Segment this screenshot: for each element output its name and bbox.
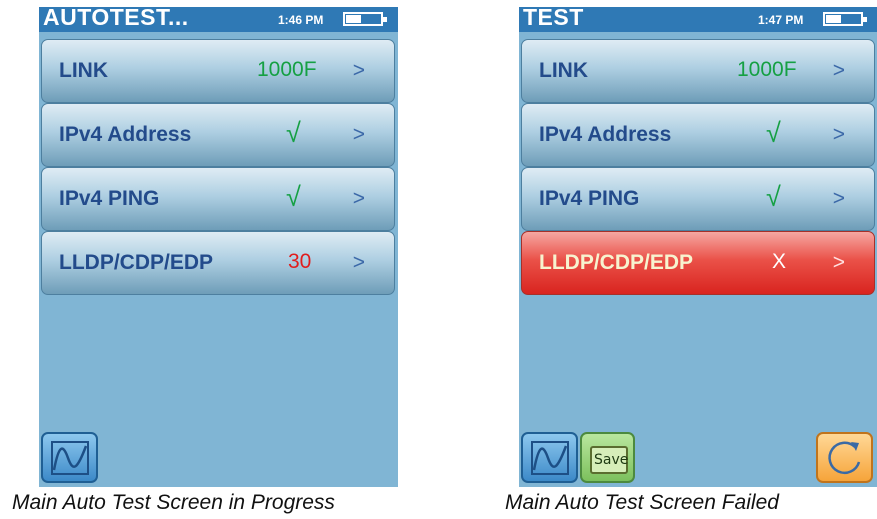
- figure-caption: Main Auto Test Screen Failed: [505, 491, 779, 514]
- test-list: LINK 1000F > IPv4 Address √ > IPv4 PING …: [521, 39, 875, 295]
- test-label: IPv4 PING: [59, 187, 160, 210]
- autotest-progress-screen: AUTOTEST... 1:46 PM LINK 1000F > IPv4 Ad…: [39, 7, 398, 487]
- test-label: IPv4 Address: [539, 123, 672, 146]
- screen-title: AUTOTEST...: [43, 7, 189, 30]
- rerun-button[interactable]: [816, 432, 873, 483]
- test-row-ipv4-address[interactable]: IPv4 Address √ >: [41, 103, 395, 167]
- test-result: 1000F: [257, 58, 317, 81]
- test-row-lldp-cdp-edp[interactable]: LLDP/CDP/EDP 30 >: [41, 231, 395, 295]
- checkmark-icon: √: [766, 118, 781, 148]
- refresh-icon: [828, 441, 861, 475]
- test-label: LINK: [59, 59, 108, 82]
- save-label: Save: [594, 452, 629, 468]
- battery-icon: [343, 12, 387, 26]
- chevron-right-icon: >: [352, 251, 365, 274]
- status-bar: TEST 1:47 PM: [519, 7, 877, 32]
- figure-caption: Main Auto Test Screen in Progress: [12, 491, 335, 514]
- test-label: LLDP/CDP/EDP: [59, 251, 214, 274]
- clock: 1:46 PM: [278, 13, 324, 27]
- test-row-ipv4-ping[interactable]: IPv4 PING √ >: [521, 167, 875, 231]
- test-row-link[interactable]: LINK 1000F >: [41, 39, 395, 103]
- chevron-right-icon: >: [352, 59, 365, 82]
- screen-title: TEST: [523, 7, 584, 30]
- save-button[interactable]: Save: [580, 432, 635, 483]
- chevron-right-icon: >: [832, 187, 845, 210]
- test-row-ipv4-ping[interactable]: IPv4 PING √ >: [41, 167, 395, 231]
- chevron-right-icon: >: [352, 187, 365, 210]
- test-list: LINK 1000F > IPv4 Address √ > IPv4 PING …: [41, 39, 395, 295]
- countdown-value: 30: [288, 250, 312, 273]
- test-label: LINK: [539, 59, 588, 82]
- test-row-link[interactable]: LINK 1000F >: [521, 39, 875, 103]
- battery-icon: [823, 12, 867, 26]
- fail-icon: X: [772, 250, 787, 273]
- test-result: 1000F: [737, 58, 797, 81]
- chevron-right-icon: >: [832, 123, 845, 146]
- test-row-ipv4-address[interactable]: IPv4 Address √ >: [521, 103, 875, 167]
- test-label: IPv4 Address: [59, 123, 192, 146]
- checkmark-icon: √: [286, 118, 301, 148]
- test-label: LLDP/CDP/EDP: [539, 251, 694, 274]
- chevron-right-icon: >: [832, 59, 845, 82]
- autotest-failed-screen: TEST 1:47 PM LINK 1000F > IPv4 Address √…: [519, 7, 877, 487]
- checkmark-icon: √: [286, 182, 301, 212]
- test-label: IPv4 PING: [539, 187, 640, 210]
- chevron-right-icon: >: [352, 123, 365, 146]
- graph-icon: [51, 441, 89, 475]
- clock: 1:47 PM: [758, 13, 804, 27]
- status-bar: AUTOTEST... 1:46 PM: [39, 7, 398, 32]
- checkmark-icon: √: [766, 182, 781, 212]
- chevron-right-icon: >: [832, 251, 845, 274]
- graph-button[interactable]: [521, 432, 578, 483]
- folder-icon: Save: [590, 446, 628, 474]
- graph-button[interactable]: [41, 432, 98, 483]
- graph-icon: [531, 441, 569, 475]
- test-row-lldp-cdp-edp[interactable]: LLDP/CDP/EDP X >: [521, 231, 875, 295]
